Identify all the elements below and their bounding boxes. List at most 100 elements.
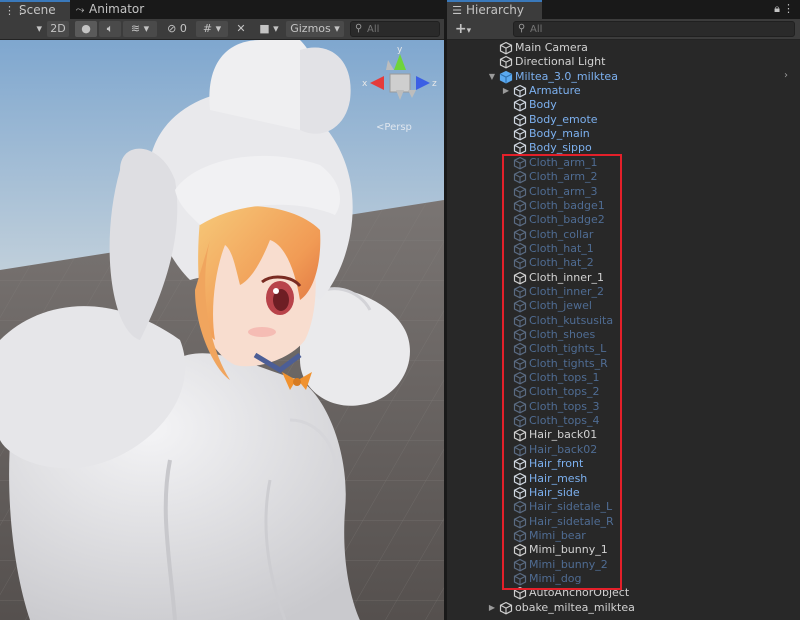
hierarchy-row[interactable]: Cloth_arm_3 — [447, 185, 800, 199]
hierarchy-row-label: Cloth_hat_2 — [529, 256, 594, 270]
hierarchy-row-label: Armature — [529, 84, 581, 98]
draw-mode-dropdown[interactable]: ▾ — [6, 21, 42, 37]
more-options-icon[interactable]: ⋮ — [783, 2, 794, 15]
lock-icon[interactable]: 🔒︎ — [774, 2, 780, 16]
gameobject-cube-icon — [513, 529, 527, 543]
hierarchy-row-label: Hair_side — [529, 485, 580, 499]
scene-search-input[interactable] — [367, 22, 435, 36]
foldout-collapsed-icon[interactable]: ▶ — [501, 84, 511, 98]
speaker-icon: 🔈︎ — [106, 22, 114, 35]
gameobject-cube-icon — [513, 300, 527, 313]
hierarchy-row[interactable]: Cloth_hat_2 — [447, 256, 800, 270]
gameobject-cube-icon — [513, 228, 527, 242]
scene-orientation-gizmo[interactable]: y x z <Persp — [360, 40, 444, 140]
hierarchy-row[interactable]: Body_sippo — [447, 141, 800, 155]
tab-hierarchy[interactable]: ☰ Hierarchy — [447, 0, 542, 19]
axis-x-label: x — [362, 79, 368, 89]
hierarchy-row[interactable]: Hair_sidetale_L — [447, 500, 800, 514]
hierarchy-row[interactable]: Hair_sidetale_R — [447, 515, 800, 529]
camera-settings-button[interactable]: ■ ▾ — [256, 21, 282, 37]
gameobject-cube-icon — [513, 185, 527, 198]
hierarchy-row-label: Cloth_tops_4 — [529, 414, 600, 428]
hierarchy-row-label: Body — [529, 98, 557, 112]
hierarchy-row[interactable]: Directional Light — [447, 55, 800, 69]
hierarchy-row[interactable]: Cloth_tops_2 — [447, 385, 800, 399]
gameobject-cube-icon — [513, 214, 527, 227]
hierarchy-row[interactable]: Cloth_inner_1 — [447, 271, 800, 285]
hierarchy-row[interactable]: Cloth_badge2 — [447, 213, 800, 227]
hidden-objects-toggle[interactable]: ⊘ 0 — [162, 21, 192, 37]
hierarchy-row[interactable]: Body — [447, 98, 800, 112]
lighting-toggle[interactable]: ● — [75, 21, 97, 37]
gameobject-cube-icon — [513, 328, 527, 342]
hierarchy-row[interactable]: Cloth_badge1 — [447, 199, 800, 213]
hierarchy-row[interactable]: Mimi_bunny_1 — [447, 543, 800, 557]
hierarchy-row[interactable]: Hair_front — [447, 457, 800, 471]
hierarchy-row[interactable]: Mimi_bear — [447, 529, 800, 543]
hierarchy-row-label: Mimi_dog — [529, 571, 582, 585]
audio-toggle[interactable]: 🔈︎ — [99, 21, 121, 37]
scene-search[interactable]: ⚲ — [350, 21, 440, 37]
hierarchy-row[interactable]: Cloth_tights_R — [447, 357, 800, 371]
chevron-down-icon: ▾ — [466, 26, 472, 36]
projection-toggle[interactable]: <Persp — [376, 122, 412, 133]
hierarchy-row[interactable]: Hair_back01 — [447, 428, 800, 442]
hierarchy-row[interactable]: Hair_side — [447, 486, 800, 500]
hierarchy-row[interactable]: Cloth_shoes — [447, 328, 800, 342]
chevron-right-icon[interactable]: › — [784, 70, 788, 81]
foldout-collapsed-icon[interactable]: ▶ — [487, 601, 497, 615]
hierarchy-row[interactable]: Cloth_arm_1 — [447, 156, 800, 170]
hierarchy-row[interactable]: Cloth_arm_2 — [447, 170, 800, 184]
hierarchy-row[interactable]: Main Camera — [447, 41, 800, 55]
hierarchy-row[interactable]: Cloth_inner_2 — [447, 285, 800, 299]
hierarchy-row[interactable]: Cloth_jewel — [447, 299, 800, 313]
hierarchy-row[interactable]: Body_emote — [447, 113, 800, 127]
add-object-button[interactable]: +▾ — [451, 21, 475, 37]
hierarchy-row-label: Cloth_badge1 — [529, 198, 605, 212]
foldout-expanded-icon[interactable]: ▼ — [487, 70, 497, 84]
gameobject-cube-icon — [513, 257, 527, 270]
gameobject-cube-icon — [513, 572, 527, 586]
hierarchy-search-input[interactable] — [530, 22, 790, 36]
hierarchy-row[interactable]: Cloth_tights_L — [447, 342, 800, 356]
hierarchy-row[interactable]: ▼ Miltea_3.0_milktea — [447, 70, 800, 84]
hierarchy-row[interactable]: Mimi_dog — [447, 572, 800, 586]
toggle-2d-button[interactable]: 2D — [47, 21, 69, 37]
hierarchy-row-label: Hair_front — [529, 457, 584, 471]
scene-viewport[interactable]: y x z <Persp — [0, 40, 444, 620]
hierarchy-row[interactable]: Cloth_collar — [447, 228, 800, 242]
axis-gizmo-graphic: y x z — [362, 45, 437, 100]
tab-scene[interactable]: ⋮⋮Scene — [0, 0, 70, 19]
hierarchy-row[interactable]: Hair_mesh — [447, 472, 800, 486]
hierarchy-row[interactable]: AutoAnchorObject — [447, 586, 800, 600]
hierarchy-row-label: Cloth_tights_R — [529, 356, 608, 370]
hierarchy-row[interactable]: Cloth_tops_4 — [447, 414, 800, 428]
hierarchy-row[interactable]: Cloth_tops_3 — [447, 400, 800, 414]
gameobject-cube-icon — [513, 314, 527, 328]
axis-z-label: z — [432, 79, 437, 89]
hierarchy-row[interactable]: ▶ Armature — [447, 84, 800, 98]
hierarchy-row[interactable]: ▶ obake_miltea_milktea — [447, 601, 800, 615]
hierarchy-search[interactable]: ⚲ — [513, 21, 795, 37]
search-icon: ⚲ — [518, 23, 526, 34]
hierarchy-row[interactable]: Body_main — [447, 127, 800, 141]
hierarchy-row-label: Mimi_bunny_2 — [529, 557, 608, 571]
chevron-down-icon: ▾ — [334, 22, 340, 35]
gameobject-cube-icon — [513, 84, 527, 98]
hierarchy-row-label: Hair_sidetale_R — [529, 514, 614, 528]
hierarchy-row[interactable]: Hair_back02 — [447, 443, 800, 457]
gameobject-cube-icon — [513, 386, 527, 399]
hierarchy-row-label: Cloth_hat_1 — [529, 241, 594, 255]
tab-animator[interactable]: ⤳ Animator — [70, 0, 150, 19]
hierarchy-row-label: Cloth_tops_3 — [529, 399, 600, 413]
grid-toggle[interactable]: # ▾ — [196, 21, 228, 37]
effects-toggle[interactable]: ≋ ▾ — [123, 21, 157, 37]
hierarchy-row[interactable]: Cloth_hat_1 — [447, 242, 800, 256]
hierarchy-row[interactable]: Cloth_tops_1 — [447, 371, 800, 385]
tools-button[interactable]: ✕ — [232, 21, 250, 37]
gameobject-cube-icon — [513, 170, 527, 184]
hierarchy-row[interactable]: Mimi_bunny_2 — [447, 558, 800, 572]
gizmos-dropdown[interactable]: Gizmos ▾ — [286, 21, 344, 37]
hierarchy-row[interactable]: Cloth_kutsusita — [447, 314, 800, 328]
gameobject-cube-icon — [513, 99, 527, 112]
